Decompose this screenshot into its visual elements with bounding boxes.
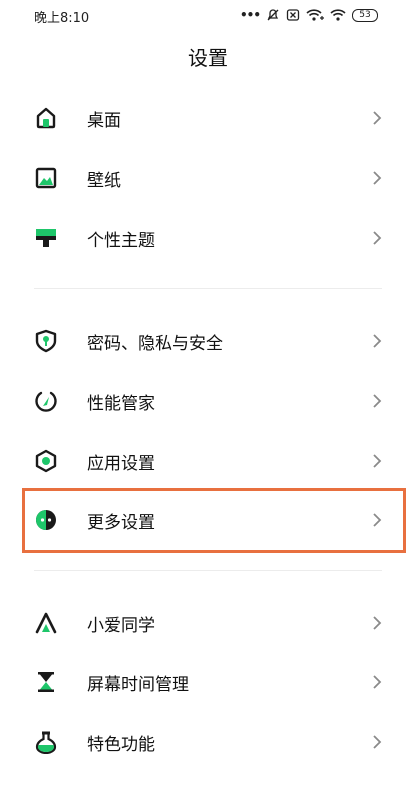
settings-item-label: 密码、隐私与安全 xyxy=(87,334,223,354)
section-divider xyxy=(34,570,382,571)
alarm-off-icon xyxy=(267,9,279,21)
section-divider xyxy=(34,288,382,289)
chevron-right-icon xyxy=(373,616,382,630)
flask-icon xyxy=(35,731,57,754)
settings-item-wallpaper[interactable]: 壁纸 xyxy=(0,148,416,208)
chevron-right-icon xyxy=(373,231,382,245)
wallpaper-icon xyxy=(35,167,57,189)
chevron-right-icon xyxy=(373,171,382,185)
home-icon xyxy=(36,107,56,129)
settings-item-app-settings[interactable]: 应用设置 xyxy=(0,431,416,491)
settings-item-label: 特色功能 xyxy=(87,735,155,755)
settings-item-xiaoai[interactable]: 小爱同学 xyxy=(0,593,416,653)
settings-item-label: 应用设置 xyxy=(87,454,155,474)
settings-item-label: 桌面 xyxy=(87,111,121,131)
chevron-right-icon xyxy=(373,394,382,408)
page-title: 设置 xyxy=(188,46,228,70)
settings-item-label: 屏幕时间管理 xyxy=(87,675,189,695)
status-bar: 晚上8:10 ••• 53 xyxy=(0,0,416,30)
hourglass-icon xyxy=(38,672,54,692)
chevron-right-icon xyxy=(373,454,382,468)
chevron-right-icon xyxy=(373,111,382,125)
settings-item-screen-time[interactable]: 屏幕时间管理 xyxy=(0,652,416,712)
notification-x-icon xyxy=(286,9,300,21)
settings-item-performance[interactable]: 性能管家 xyxy=(0,371,416,431)
theme-icon xyxy=(36,229,56,247)
wifi-plus-icon xyxy=(306,9,324,21)
highlight-box xyxy=(22,488,406,553)
settings-item-desktop[interactable]: 桌面 xyxy=(0,88,416,148)
chevron-right-icon xyxy=(373,675,382,689)
performance-icon xyxy=(35,391,57,412)
settings-item-label: 性能管家 xyxy=(87,394,155,414)
wifi-icon xyxy=(330,9,346,21)
settings-item-theme[interactable]: 个性主题 xyxy=(0,208,416,268)
status-icons: ••• 53 xyxy=(240,7,378,23)
settings-item-label: 壁纸 xyxy=(87,171,121,191)
xiaoai-icon xyxy=(35,612,57,634)
shield-icon xyxy=(35,329,57,353)
status-time: 晚上8:10 xyxy=(34,11,90,26)
app-settings-icon xyxy=(35,449,57,473)
settings-item-privacy-security[interactable]: 密码、隐私与安全 xyxy=(0,311,416,371)
chevron-right-icon xyxy=(373,735,382,749)
settings-item-label: 个性主题 xyxy=(87,231,155,251)
chevron-right-icon xyxy=(373,334,382,348)
settings-item-special-features[interactable]: 特色功能 xyxy=(0,712,416,772)
more-dots-icon: ••• xyxy=(239,8,261,22)
settings-item-label: 小爱同学 xyxy=(87,616,155,636)
battery-icon: 53 xyxy=(352,8,378,22)
